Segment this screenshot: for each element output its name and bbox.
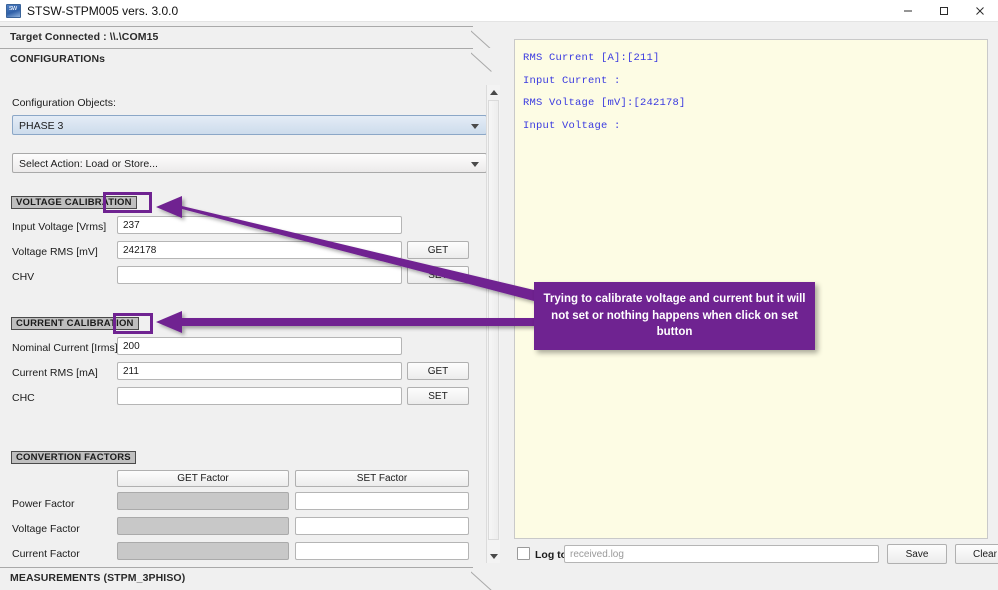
configurations-panel: Configuration Objects: PHASE 3 Select Ac… <box>0 85 500 563</box>
power-factor-get-field <box>117 492 289 510</box>
factor-row-2-label: Current Factor <box>12 548 80 560</box>
current-row-1-label: Current RMS [mA] <box>12 367 98 379</box>
log-file-placeholder: received.log <box>570 549 624 560</box>
clear-button[interactable]: Clear <box>955 544 998 564</box>
minimize-icon[interactable] <box>890 0 926 21</box>
voltage-calibration-title: VOLTAGE CALIBRATION <box>11 196 137 209</box>
save-button[interactable]: Save <box>887 544 947 564</box>
current-row-2-label: CHC <box>12 392 35 404</box>
group-header-corner <box>471 48 497 74</box>
title-bar: STSW-STPM005 vers. 3.0.0 <box>0 0 998 22</box>
voltage-get-button[interactable]: GET <box>407 241 469 259</box>
factor-row-0-label: Power Factor <box>12 498 75 510</box>
log-to-label: Log to <box>535 549 568 561</box>
group-header-target[interactable]: Target Connected : \\.\COM15 <box>0 26 503 46</box>
scrollbar-thumb[interactable] <box>488 100 499 540</box>
convertion-factors-title: CONVERTION FACTORS <box>11 451 136 464</box>
close-icon[interactable] <box>962 0 998 21</box>
scroll-down-icon[interactable] <box>487 549 500 563</box>
current-calibration-title: CURRENT CALIBRATION <box>11 317 139 330</box>
select-action-value: Select Action: Load or Store... <box>19 158 158 170</box>
window-controls <box>890 0 998 21</box>
select-action-select[interactable]: Select Action: Load or Store... <box>12 153 487 173</box>
application-window: STSW-STPM005 vers. 3.0.0 Target Connecte… <box>0 0 998 590</box>
voltage-rms-value: 242178 <box>123 245 157 256</box>
current-rms-field[interactable]: 211 <box>117 362 402 380</box>
log-to-checkbox[interactable] <box>517 547 530 560</box>
power-factor-set-field[interactable] <box>295 492 469 510</box>
voltage-set-button[interactable]: SET <box>407 266 469 284</box>
current-factor-set-field[interactable] <box>295 542 469 560</box>
group-header-configurations[interactable]: CONFIGURATIONs <box>0 48 503 68</box>
log-toolbar: Log to received.log Save Clear <box>514 544 998 566</box>
current-factor-get-field <box>117 542 289 560</box>
left-panel: Target Connected : \\.\COM15 CONFIGURATI… <box>0 22 503 590</box>
scroll-up-icon[interactable] <box>487 85 500 99</box>
group-header-corner <box>471 567 497 590</box>
group-header-target-label: Target Connected : \\.\COM15 <box>10 31 159 43</box>
voltage-rms-field[interactable]: 242178 <box>117 241 402 259</box>
chevron-down-icon <box>471 124 479 129</box>
configuration-object-select[interactable]: PHASE 3 <box>12 115 487 135</box>
set-factor-header-button[interactable]: SET Factor <box>295 470 469 487</box>
window-title: STSW-STPM005 vers. 3.0.0 <box>27 4 179 18</box>
group-header-measurements-label: MEASUREMENTS (STPM_3PHISO) <box>10 572 186 584</box>
chc-field[interactable] <box>117 387 402 405</box>
current-rms-value: 211 <box>123 366 139 377</box>
maximize-icon[interactable] <box>926 0 962 21</box>
log-output-panel[interactable]: RMS Current [A]:[211] Input Current : RM… <box>514 39 988 539</box>
group-header-measurements[interactable]: MEASUREMENTS (STPM_3PHISO) <box>0 567 503 587</box>
log-line: Input Current : <box>523 75 621 87</box>
voltage-row-0-label: Input Voltage [Vrms] <box>12 221 107 233</box>
config-scrollbar[interactable] <box>486 85 500 563</box>
log-line: RMS Current [A]:[211] <box>523 52 660 64</box>
chevron-down-icon <box>471 162 479 167</box>
app-icon <box>6 4 21 18</box>
nominal-current-value: 200 <box>123 341 140 352</box>
input-voltage-field[interactable]: 237 <box>117 216 402 234</box>
current-set-button[interactable]: SET <box>407 387 469 405</box>
current-get-button[interactable]: GET <box>407 362 469 380</box>
nominal-current-field[interactable]: 200 <box>117 337 402 355</box>
factor-row-1-label: Voltage Factor <box>12 523 80 535</box>
voltage-row-2-label: CHV <box>12 271 35 283</box>
get-factor-header-button[interactable]: GET Factor <box>117 470 289 487</box>
chv-field[interactable] <box>117 266 402 284</box>
voltage-factor-get-field <box>117 517 289 535</box>
voltage-row-1-label: Voltage RMS [mV] <box>12 246 98 258</box>
configuration-object-value: PHASE 3 <box>19 120 64 132</box>
voltage-factor-set-field[interactable] <box>295 517 469 535</box>
input-voltage-value: 237 <box>123 220 140 231</box>
group-header-configurations-label: CONFIGURATIONs <box>10 53 106 65</box>
log-file-input[interactable]: received.log <box>564 545 879 563</box>
log-line: RMS Voltage [mV]:[242178] <box>523 97 686 109</box>
configuration-objects-label: Configuration Objects: <box>12 97 116 109</box>
log-line: Input Voltage : <box>523 120 621 132</box>
current-row-0-label: Nominal Current [Irms] <box>12 342 118 354</box>
